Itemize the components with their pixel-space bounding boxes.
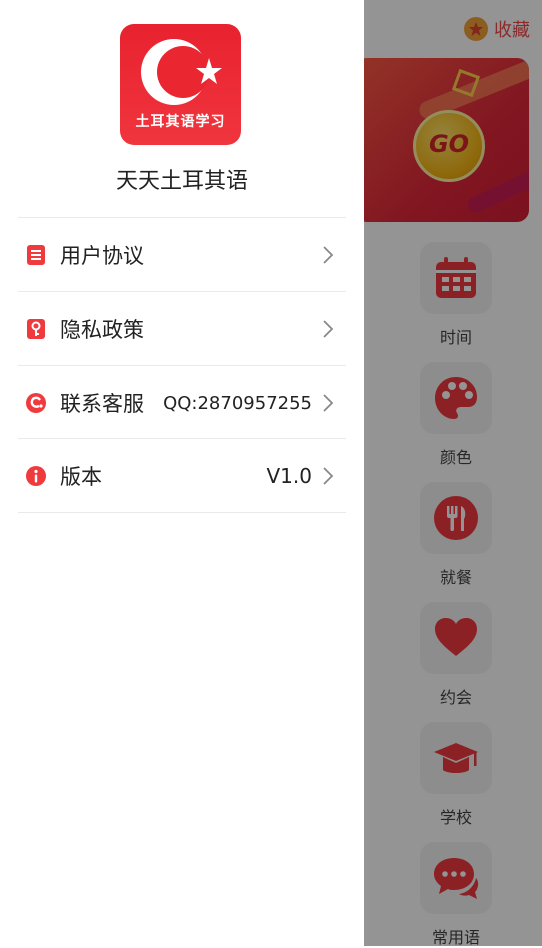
chevron-right-icon bbox=[323, 246, 334, 264]
menu-item-label: 用户协议 bbox=[60, 244, 144, 268]
chevron-right-icon bbox=[323, 467, 334, 485]
menu-item-contact-support[interactable]: 联系客服 QQ:2870957255 bbox=[0, 367, 364, 439]
menu-item-label: 联系客服 bbox=[60, 392, 144, 416]
customer-service-icon bbox=[26, 393, 46, 413]
menu-item-version[interactable]: 版本 V1.0 bbox=[0, 440, 364, 512]
info-icon bbox=[26, 466, 46, 486]
chevron-right-icon bbox=[323, 394, 334, 412]
app-name: 天天土耳其语 bbox=[115, 169, 248, 194]
document-icon bbox=[27, 245, 45, 265]
chevron-right-icon bbox=[323, 320, 334, 338]
menu-item-label: 隐私政策 bbox=[60, 318, 144, 342]
version-value: V1.0 bbox=[266, 464, 313, 488]
privacy-lock-icon bbox=[27, 319, 45, 339]
divider bbox=[18, 512, 346, 513]
divider bbox=[18, 291, 346, 292]
navigation-drawer: 土耳其语学习 天天土耳其语 用户协议 隐私政策 联系客服 QQ:28709572… bbox=[0, 0, 364, 946]
divider bbox=[18, 217, 346, 218]
menu-item-privacy-policy[interactable]: 隐私政策 bbox=[0, 293, 364, 365]
app-logo: 土耳其语学习 bbox=[120, 24, 241, 145]
divider bbox=[18, 438, 346, 439]
menu-item-user-agreement[interactable]: 用户协议 bbox=[0, 219, 364, 291]
menu-item-label: 版本 bbox=[60, 465, 102, 489]
divider bbox=[18, 365, 346, 366]
logo-text: 土耳其语学习 bbox=[135, 114, 226, 130]
contact-qq-value: QQ:2870957255 bbox=[163, 392, 312, 414]
